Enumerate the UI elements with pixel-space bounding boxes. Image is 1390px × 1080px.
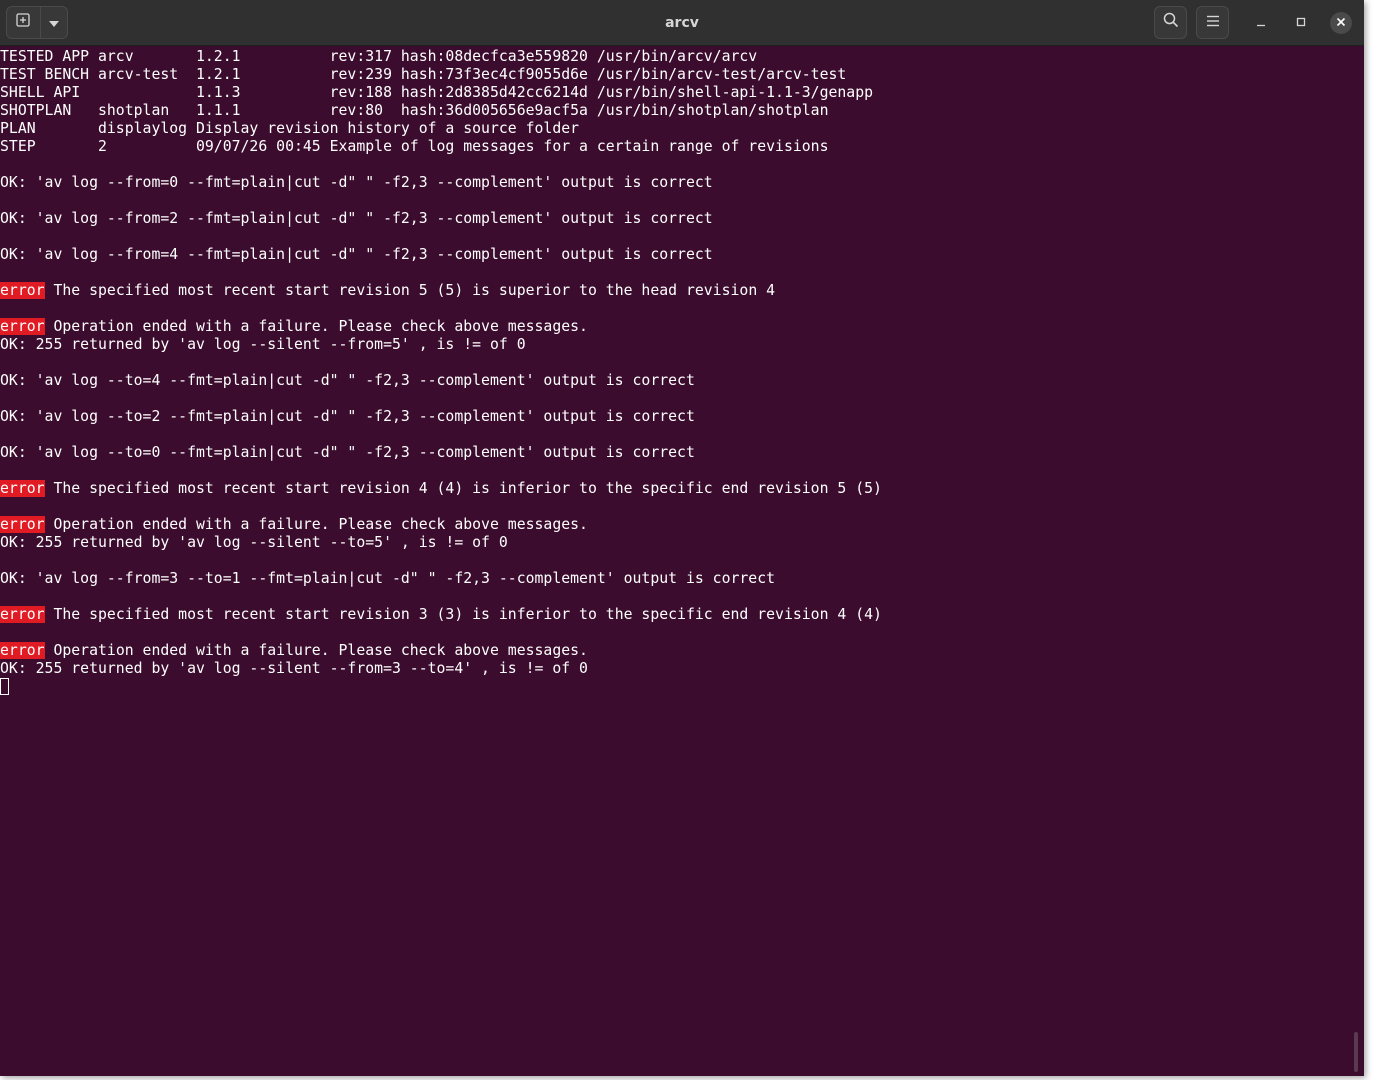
minimize-icon bbox=[1256, 14, 1266, 32]
tab-menu-dropdown-button[interactable] bbox=[41, 7, 67, 38]
terminal-line-text: OK: 'av log --from=0 --fmt=plain|cut -d"… bbox=[0, 174, 713, 191]
terminal-line-text: OK: 255 returned by 'av log --silent --t… bbox=[0, 534, 508, 551]
hamburger-menu-icon bbox=[1206, 14, 1220, 32]
error-badge: error bbox=[0, 282, 45, 299]
maximize-button[interactable] bbox=[1290, 12, 1312, 34]
terminal-line: OK: 'av log --to=4 --fmt=plain|cut -d" "… bbox=[0, 372, 1350, 390]
terminal-line-text: OK: 'av log --from=2 --fmt=plain|cut -d"… bbox=[0, 210, 713, 227]
terminal-line: SHELL API 1.1.3 rev:188 hash:2d8385d42cc… bbox=[0, 84, 1350, 102]
terminal-line-text: TEST BENCH arcv-test 1.2.1 rev:239 hash:… bbox=[0, 66, 847, 83]
minimize-button[interactable] bbox=[1250, 12, 1272, 34]
terminal-line: STEP 2 09/07/26 00:45 Example of log mes… bbox=[0, 138, 1350, 156]
terminal-window: arcv TESTED APP arcv 1.2.1 rev:317 hash:… bbox=[0, 0, 1364, 1076]
terminal-line: TEST BENCH arcv-test 1.2.1 rev:239 hash:… bbox=[0, 66, 1350, 84]
terminal-line: error Operation ended with a failure. Pl… bbox=[0, 642, 1350, 660]
text-cursor bbox=[0, 678, 9, 695]
terminal-line: OK: 255 returned by 'av log --silent --f… bbox=[0, 336, 1350, 354]
terminal-line: error Operation ended with a failure. Pl… bbox=[0, 516, 1350, 534]
scrollbar[interactable] bbox=[1354, 1032, 1358, 1072]
terminal-line-text: SHOTPLAN shotplan 1.1.1 rev:80 hash:36d0… bbox=[0, 102, 829, 119]
terminal-line-text: OK: 'av log --from=3 --to=1 --fmt=plain|… bbox=[0, 570, 776, 587]
terminal-line-text: Operation ended with a failure. Please c… bbox=[44, 516, 588, 533]
terminal-line: OK: 'av log --from=4 --fmt=plain|cut -d"… bbox=[0, 246, 1350, 264]
terminal-line-text: SHELL API 1.1.3 rev:188 hash:2d8385d42cc… bbox=[0, 84, 874, 101]
terminal-line: OK: 'av log --from=3 --to=1 --fmt=plain|… bbox=[0, 570, 1350, 588]
error-badge: error bbox=[0, 318, 45, 335]
close-button[interactable] bbox=[1330, 12, 1352, 34]
main-menu-button[interactable] bbox=[1196, 6, 1229, 39]
terminal-line: OK: 255 returned by 'av log --silent --t… bbox=[0, 534, 1350, 552]
search-icon bbox=[1163, 12, 1179, 33]
terminal-line-text: The specified most recent start revision… bbox=[44, 606, 882, 623]
terminal-line: TESTED APP arcv 1.2.1 rev:317 hash:08dec… bbox=[0, 48, 1350, 66]
terminal-line: error The specified most recent start re… bbox=[0, 282, 1350, 300]
terminal-line-text: Operation ended with a failure. Please c… bbox=[44, 318, 588, 335]
terminal-line: OK: 'av log --from=0 --fmt=plain|cut -d"… bbox=[0, 174, 1350, 192]
chevron-down-icon bbox=[48, 14, 59, 32]
terminal-line-text: OK: 255 returned by 'av log --silent --f… bbox=[0, 660, 588, 677]
terminal-line: error The specified most recent start re… bbox=[0, 606, 1350, 624]
terminal-line: OK: 255 returned by 'av log --silent --f… bbox=[0, 660, 1350, 678]
title-bar[interactable]: arcv bbox=[0, 0, 1364, 46]
close-icon bbox=[1336, 14, 1346, 32]
terminal-line-text: PLAN displaylog Display revision history… bbox=[0, 120, 580, 137]
terminal-line: SHOTPLAN shotplan 1.1.1 rev:80 hash:36d0… bbox=[0, 102, 1350, 120]
prompt-line[interactable] bbox=[0, 678, 1350, 696]
terminal-line: PLAN displaylog Display revision history… bbox=[0, 120, 1350, 138]
terminal-line-text: OK: 255 returned by 'av log --silent --f… bbox=[0, 336, 526, 353]
terminal-line: error The specified most recent start re… bbox=[0, 480, 1350, 498]
new-tab-split-button[interactable] bbox=[6, 6, 68, 39]
error-badge: error bbox=[0, 642, 45, 659]
terminal-line-text: The specified most recent start revision… bbox=[44, 282, 776, 299]
new-tab-icon bbox=[16, 13, 31, 32]
terminal-line: OK: 'av log --from=2 --fmt=plain|cut -d"… bbox=[0, 210, 1350, 228]
new-tab-button[interactable] bbox=[7, 7, 41, 38]
error-badge: error bbox=[0, 606, 45, 623]
terminal-output[interactable]: TESTED APP arcv 1.2.1 rev:317 hash:08dec… bbox=[0, 48, 1350, 1074]
terminal-line: OK: 'av log --to=2 --fmt=plain|cut -d" "… bbox=[0, 408, 1350, 426]
terminal-line-text: Operation ended with a failure. Please c… bbox=[44, 642, 588, 659]
search-button[interactable] bbox=[1154, 6, 1187, 39]
error-badge: error bbox=[0, 480, 45, 497]
terminal-line: error Operation ended with a failure. Pl… bbox=[0, 318, 1350, 336]
terminal-line-text: STEP 2 09/07/26 00:45 Example of log mes… bbox=[0, 138, 829, 155]
maximize-icon bbox=[1296, 14, 1306, 32]
terminal-line-text: OK: 'av log --to=4 --fmt=plain|cut -d" "… bbox=[0, 372, 695, 389]
terminal-line-text: OK: 'av log --from=4 --fmt=plain|cut -d"… bbox=[0, 246, 713, 263]
error-badge: error bbox=[0, 516, 45, 533]
terminal-line-text: OK: 'av log --to=2 --fmt=plain|cut -d" "… bbox=[0, 408, 695, 425]
terminal-line-text: OK: 'av log --to=0 --fmt=plain|cut -d" "… bbox=[0, 444, 695, 461]
terminal-line-text: The specified most recent start revision… bbox=[44, 480, 882, 497]
terminal-line-text: TESTED APP arcv 1.2.1 rev:317 hash:08dec… bbox=[0, 48, 758, 65]
terminal-line: OK: 'av log --to=0 --fmt=plain|cut -d" "… bbox=[0, 444, 1350, 462]
